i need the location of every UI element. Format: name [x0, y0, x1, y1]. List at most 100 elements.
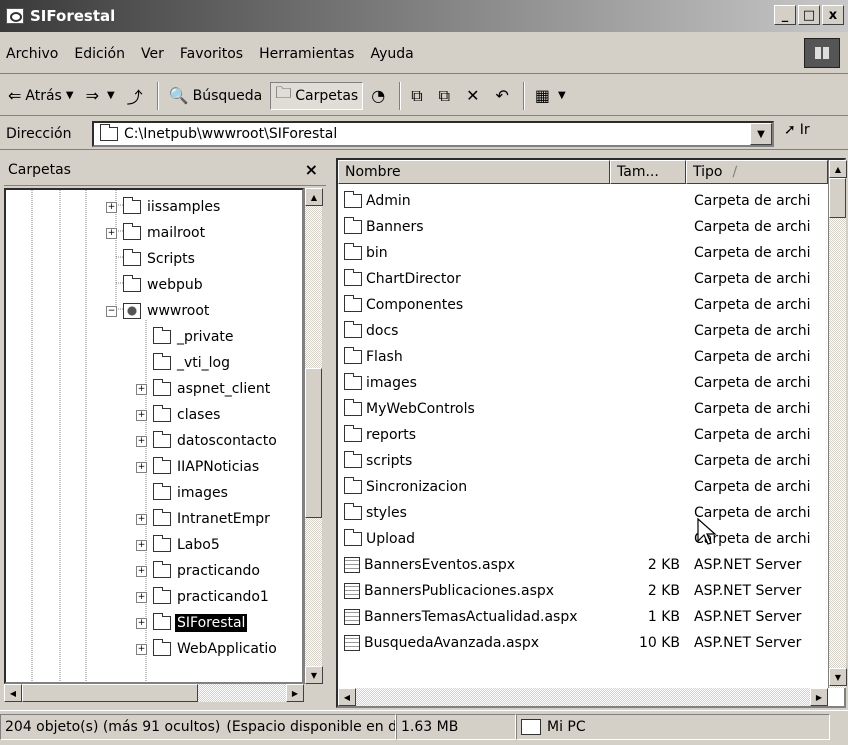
file-row[interactable]: Banners Carpeta de archi [338, 214, 828, 240]
file-row[interactable]: reports Carpeta de archi [338, 422, 828, 448]
file-row[interactable]: BannersPublicaciones.aspx 2 KB ASP.NET Ser… [338, 578, 828, 604]
menu-ver[interactable]: Ver [133, 46, 172, 62]
file-row[interactable]: Sincronizacion Carpeta de archi [338, 474, 828, 500]
tree-item--vti-log[interactable]: _vti_log [136, 350, 232, 376]
forward-button[interactable]: ⇒ ▼ [82, 82, 119, 110]
expand-icon[interactable]: + [136, 383, 147, 395]
expand-icon[interactable]: + [136, 643, 147, 655]
file-row[interactable]: BannersEventos.aspx 2 KB ASP.NET Server [338, 552, 828, 578]
undo-button[interactable]: ↶ [491, 82, 516, 110]
tree-item-aspnet-client[interactable]: + aspnet_client [136, 376, 272, 402]
menu-favoritos[interactable]: Favoritos [172, 46, 251, 62]
scroll-thumb[interactable] [22, 684, 198, 702]
menu-herramientas[interactable]: Herramientas [251, 46, 362, 62]
folder-tree-vertical-scrollbar[interactable]: ▲ ▼ [304, 188, 323, 684]
file-row[interactable]: docs Carpeta de archi [338, 318, 828, 344]
tree-item-webapplicatio[interactable]: + WebApplicatio [136, 636, 279, 662]
up-folder-button[interactable]: ⤴ [123, 82, 151, 110]
expand-icon[interactable]: + [106, 227, 117, 239]
file-row[interactable]: MyWebControls Carpeta de archi [338, 396, 828, 422]
tree-item-wwwroot[interactable]: − wwwroot [106, 298, 211, 324]
file-list-vertical-scrollbar[interactable]: ▲ ▼ [828, 160, 847, 688]
file-row[interactable]: scripts Carpeta de archi [338, 448, 828, 474]
tree-item-practicando[interactable]: + practicando [136, 558, 262, 584]
tree-item-clases[interactable]: + clases [136, 402, 222, 428]
column-name[interactable]: Nombre [338, 160, 610, 184]
history-button[interactable]: ◔ [367, 82, 393, 110]
expand-icon[interactable]: + [136, 565, 147, 577]
views-button[interactable]: ▦ ▼ [531, 82, 570, 110]
file-row[interactable]: styles Carpeta de archi [338, 500, 828, 526]
file-row[interactable]: images Carpeta de archi [338, 370, 828, 396]
back-dropdown-icon[interactable]: ▼ [66, 90, 74, 101]
tree-item-labo5[interactable]: + Labo5 [136, 532, 222, 558]
column-size[interactable]: Tam... [610, 160, 686, 184]
back-button[interactable]: ⇐ Atrás ▼ [4, 82, 78, 110]
forward-dropdown-icon[interactable]: ▼ [107, 90, 115, 101]
folder-icon [344, 269, 362, 286]
file-name: docs [366, 323, 399, 339]
tree-item-mailroot[interactable]: + mailroot [106, 220, 207, 246]
expand-icon[interactable]: + [136, 435, 147, 447]
expand-icon[interactable]: + [136, 461, 147, 473]
expand-icon[interactable]: + [136, 409, 147, 421]
scroll-down-button[interactable]: ▼ [829, 668, 847, 686]
search-button[interactable]: 🔍 Búsqueda [165, 82, 267, 110]
scroll-up-button[interactable]: ▲ [829, 160, 847, 178]
maximize-button[interactable]: □ [798, 5, 820, 25]
folders-button[interactable]: 🗀 Carpetas [270, 81, 364, 110]
file-row[interactable]: Componentes Carpeta de archi [338, 292, 828, 318]
menu-edicion[interactable]: Edición [66, 46, 133, 62]
scroll-up-button[interactable]: ▲ [305, 188, 323, 206]
expand-icon[interactable]: + [136, 539, 147, 551]
tree-item-webpub[interactable]: webpub [106, 272, 205, 298]
scroll-thumb[interactable] [305, 368, 322, 518]
scroll-right-button[interactable]: ▶ [810, 688, 828, 706]
tree-item-iissamples[interactable]: + iissamples [106, 194, 222, 220]
file-row[interactable]: BusquedaAvanzada.aspx 10 KB ASP.NET Server [338, 630, 828, 656]
tree-item--private[interactable]: _private [136, 324, 236, 350]
close-folders-pane-button[interactable]: × [305, 160, 318, 179]
explorer-window: SIForestal _ □ x Archivo Edición Ver Fav… [0, 0, 848, 745]
scroll-left-button[interactable]: ◀ [4, 684, 22, 702]
scroll-down-button[interactable]: ▼ [305, 666, 323, 684]
folder-icon [344, 243, 362, 260]
file-row[interactable]: bin Carpeta de archi [338, 240, 828, 266]
address-dropdown-button[interactable]: ▼ [750, 123, 772, 145]
file-row[interactable]: Flash Carpeta de archi [338, 344, 828, 370]
menu-archivo[interactable]: Archivo [0, 46, 66, 62]
tree-item-intranetempr[interactable]: + IntranetEmpr [136, 506, 272, 532]
views-dropdown-icon[interactable]: ▼ [558, 90, 566, 101]
tree-item-images[interactable]: images [136, 480, 230, 506]
tree-item-siforestal[interactable]: + SIForestal [136, 610, 248, 636]
copy-to-button[interactable]: ⧉ [435, 82, 458, 110]
move-to-icon: ⧉ [411, 85, 423, 105]
menu-ayuda[interactable]: Ayuda [362, 46, 421, 62]
expand-icon[interactable]: + [136, 617, 147, 629]
move-to-button[interactable]: ⧉ [407, 82, 430, 110]
column-type[interactable]: Tipo ∕ [686, 160, 828, 184]
title-bar[interactable]: SIForestal _ □ x [0, 0, 848, 32]
file-row[interactable]: Admin Carpeta de archi [338, 188, 828, 214]
tree-item-iiapnoticias[interactable]: + IIAPNoticias [136, 454, 261, 480]
file-row[interactable]: ChartDirector Carpeta de archi [338, 266, 828, 292]
folder-tree-horizontal-scrollbar[interactable]: ◀ ▶ [4, 684, 304, 702]
tree-item-datoscontacto[interactable]: + datoscontacto [136, 428, 279, 454]
expand-icon[interactable]: + [106, 201, 117, 213]
tree-item-scripts[interactable]: Scripts [106, 246, 197, 272]
expand-icon[interactable]: + [136, 591, 147, 603]
delete-button[interactable]: ✕ [462, 82, 487, 110]
expand-icon[interactable]: + [136, 513, 147, 525]
file-row[interactable]: Upload Carpeta de archi [338, 526, 828, 552]
tree-item-practicando1[interactable]: + practicando1 [136, 584, 271, 610]
go-button[interactable]: ➚ Ir [784, 122, 810, 138]
collapse-icon[interactable]: − [106, 305, 117, 317]
scroll-right-button[interactable]: ▶ [286, 684, 304, 702]
file-row[interactable]: BannersTemasActualidad.aspx 1 KB ASP.NET S… [338, 604, 828, 630]
address-input[interactable]: C:\Inetpub\wwwroot\SIForestal ▼ [92, 121, 774, 147]
scroll-thumb[interactable] [829, 178, 846, 218]
scroll-left-button[interactable]: ◀ [338, 688, 356, 706]
file-list-horizontal-scrollbar[interactable]: ◀ ▶ [338, 688, 828, 706]
minimize-button[interactable]: _ [774, 5, 796, 25]
close-button[interactable]: x [822, 5, 844, 25]
